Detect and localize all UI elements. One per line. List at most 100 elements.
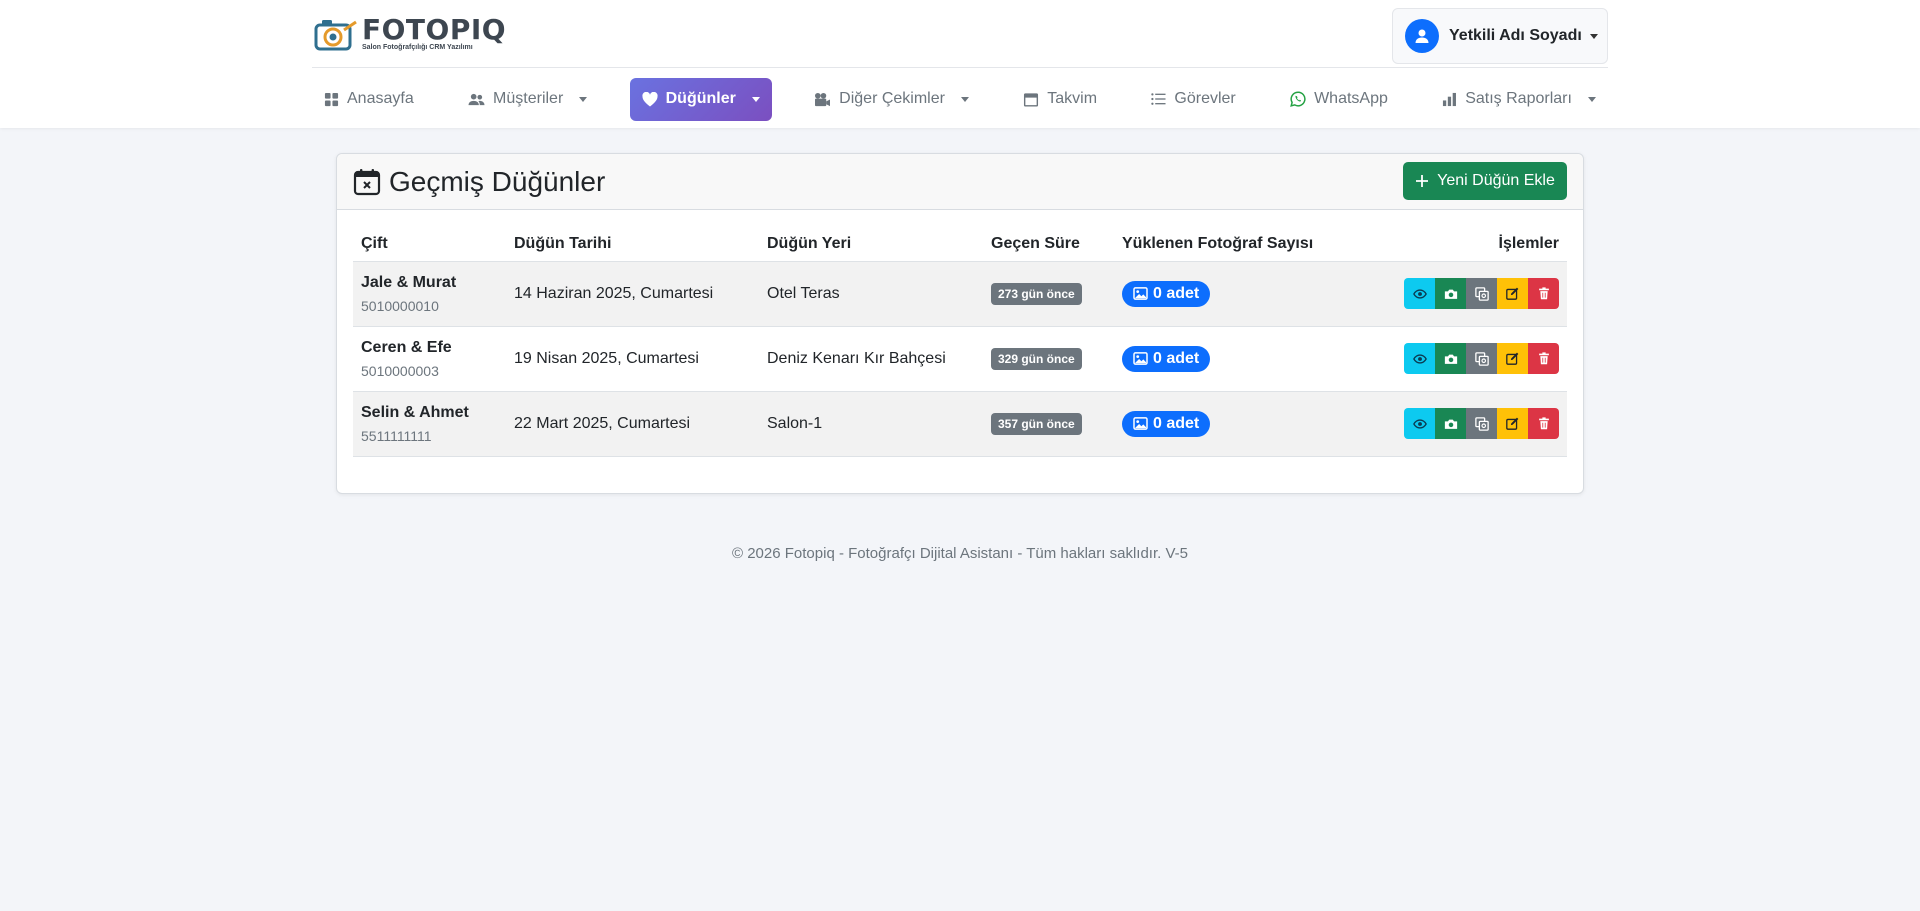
delete-button[interactable]: [1528, 408, 1559, 439]
nav-item-musteriler[interactable]: Müşteriler: [456, 78, 599, 121]
upload-photo-button[interactable]: [1435, 408, 1466, 439]
nav-label: Müşteriler: [493, 90, 564, 107]
wedding-date: 19 Nisan 2025, Cumartesi: [506, 326, 759, 392]
header-venue: Düğün Yeri: [759, 227, 983, 262]
header-couple: Çift: [353, 227, 506, 262]
couple-name: Jale & Murat: [361, 273, 457, 291]
gallery-button[interactable]: [1466, 343, 1497, 374]
chevron-down-icon: [1587, 96, 1596, 102]
edit-icon: [1506, 352, 1519, 365]
edit-icon: [1506, 287, 1519, 300]
nav-label: WhatsApp: [1314, 90, 1388, 107]
eye-icon: [1412, 418, 1427, 429]
weddings-table: Çift Düğün Tarihi Düğün Yeri Geçen Süre …: [353, 227, 1567, 457]
calendar-x-icon: [353, 169, 381, 196]
photos-cell: 0 adet: [1114, 326, 1374, 392]
photo-count: 0 adet: [1153, 414, 1200, 432]
edit-button[interactable]: [1497, 343, 1528, 374]
nav-item-dugunler[interactable]: Düğünler: [629, 77, 772, 121]
photos-cell: 0 adet: [1114, 261, 1374, 327]
table-row: Jale & Murat 5010000010 14 Haziran 2025,…: [353, 261, 1567, 327]
whatsapp-icon: [1290, 91, 1306, 107]
view-button[interactable]: [1404, 408, 1435, 439]
couple-cell: Jale & Murat 5010000010: [353, 261, 506, 327]
nav-label: Düğünler: [665, 90, 736, 107]
actions-cell: [1374, 391, 1567, 457]
photo-count: 0 adet: [1153, 284, 1200, 302]
image-icon: [1133, 352, 1148, 365]
actions-cell: [1374, 261, 1567, 327]
row-actions: [1382, 343, 1559, 374]
header-date: Düğün Tarihi: [506, 227, 759, 262]
wedding-date: 14 Haziran 2025, Cumartesi: [506, 261, 759, 327]
nav-item-diger-cekimler[interactable]: Diğer Çekimler: [802, 78, 981, 121]
couple-phone: 5010000003: [361, 362, 439, 379]
images-icon: [1474, 351, 1489, 366]
couple-cell: Ceren & Efe 5010000003: [353, 326, 506, 392]
photo-count-badge[interactable]: 0 adet: [1122, 410, 1211, 437]
edit-button[interactable]: [1497, 408, 1528, 439]
elapsed-badge: 329 gün önce: [991, 347, 1082, 370]
past-weddings-card: Geçmiş Düğünler Yeni Düğün Ekle Çift Düğ…: [336, 153, 1584, 494]
eye-icon: [1412, 353, 1427, 364]
wedding-venue: Salon-1: [759, 391, 983, 457]
upload-photo-button[interactable]: [1435, 278, 1466, 309]
couple-phone: 5010000010: [361, 297, 439, 314]
camera-logo-icon: [314, 20, 357, 51]
page-title-text: Geçmiş Düğünler: [389, 166, 606, 197]
nav-label: Anasayfa: [347, 90, 414, 107]
page-title: Geçmiş Düğünler: [353, 166, 605, 198]
users-icon: [468, 93, 485, 105]
photos-cell: 0 adet: [1114, 391, 1374, 457]
delete-button[interactable]: [1528, 343, 1559, 374]
elapsed-cell: 357 gün önce: [983, 391, 1114, 457]
camera-icon: [1444, 354, 1457, 364]
edit-icon: [1506, 417, 1519, 430]
gallery-button[interactable]: [1466, 278, 1497, 309]
camera-icon: [1444, 419, 1457, 429]
calendar-icon: [1024, 92, 1039, 107]
chevron-down-icon: [1589, 33, 1598, 39]
nav-item-whatsapp[interactable]: WhatsApp: [1278, 78, 1400, 121]
nav-label: Satış Raporları: [1465, 90, 1572, 107]
add-wedding-label: Yeni Düğün Ekle: [1437, 172, 1555, 189]
elapsed-badge: 273 gün önce: [991, 282, 1082, 305]
photo-count-badge[interactable]: 0 adet: [1122, 280, 1211, 307]
footer-text: © 2026 Fotopiq - Fotoğrafçı Dijital Asis…: [732, 545, 1188, 562]
gallery-button[interactable]: [1466, 408, 1497, 439]
view-button[interactable]: [1404, 278, 1435, 309]
photo-count: 0 adet: [1153, 349, 1200, 367]
brand-row: FOTOPIQ Salon Fotoğrafçılığı CRM Yazılım…: [312, 0, 1608, 68]
table-row: Selin & Ahmet 5511111111 22 Mart 2025, C…: [353, 391, 1567, 457]
grid-icon: [324, 92, 339, 106]
user-name: Yetkili Adı Soyadı: [1449, 27, 1582, 44]
elapsed-cell: 329 gün önce: [983, 326, 1114, 392]
row-actions: [1382, 278, 1559, 309]
top-navbar: FOTOPIQ Salon Fotoğrafçılığı CRM Yazılım…: [0, 0, 1920, 128]
elapsed-cell: 273 gün önce: [983, 261, 1114, 327]
delete-button[interactable]: [1528, 278, 1559, 309]
nav-item-takvim[interactable]: Takvim: [1011, 78, 1109, 121]
edit-button[interactable]: [1497, 278, 1528, 309]
image-icon: [1133, 287, 1148, 300]
nav-label: Diğer Çekimler: [839, 90, 945, 107]
logo[interactable]: FOTOPIQ Salon Fotoğrafçılığı CRM Yazılım…: [314, 16, 506, 52]
trash-icon: [1538, 352, 1549, 365]
user-avatar-icon: [1405, 19, 1439, 53]
nav-item-anasayfa[interactable]: Anasayfa: [312, 78, 426, 121]
header-photos: Yüklenen Fotoğraf Sayısı: [1114, 227, 1374, 262]
images-icon: [1474, 286, 1489, 301]
wedding-venue: Deniz Kenarı Kır Bahçesi: [759, 326, 983, 392]
photo-count-badge[interactable]: 0 adet: [1122, 345, 1211, 372]
upload-photo-button[interactable]: [1435, 343, 1466, 374]
actions-cell: [1374, 326, 1567, 392]
video-icon: [815, 92, 831, 106]
wedding-date: 22 Mart 2025, Cumartesi: [506, 391, 759, 457]
card-header: Geçmiş Düğünler Yeni Düğün Ekle: [337, 154, 1583, 210]
view-button[interactable]: [1404, 343, 1435, 374]
nav-item-satis-raporlari[interactable]: Satış Raporları: [1430, 78, 1608, 121]
couple-cell: Selin & Ahmet 5511111111: [353, 391, 506, 457]
user-menu-button[interactable]: Yetkili Adı Soyadı: [1392, 8, 1608, 64]
nav-item-gorevler[interactable]: Görevler: [1139, 78, 1247, 121]
add-wedding-button[interactable]: Yeni Düğün Ekle: [1403, 162, 1567, 200]
